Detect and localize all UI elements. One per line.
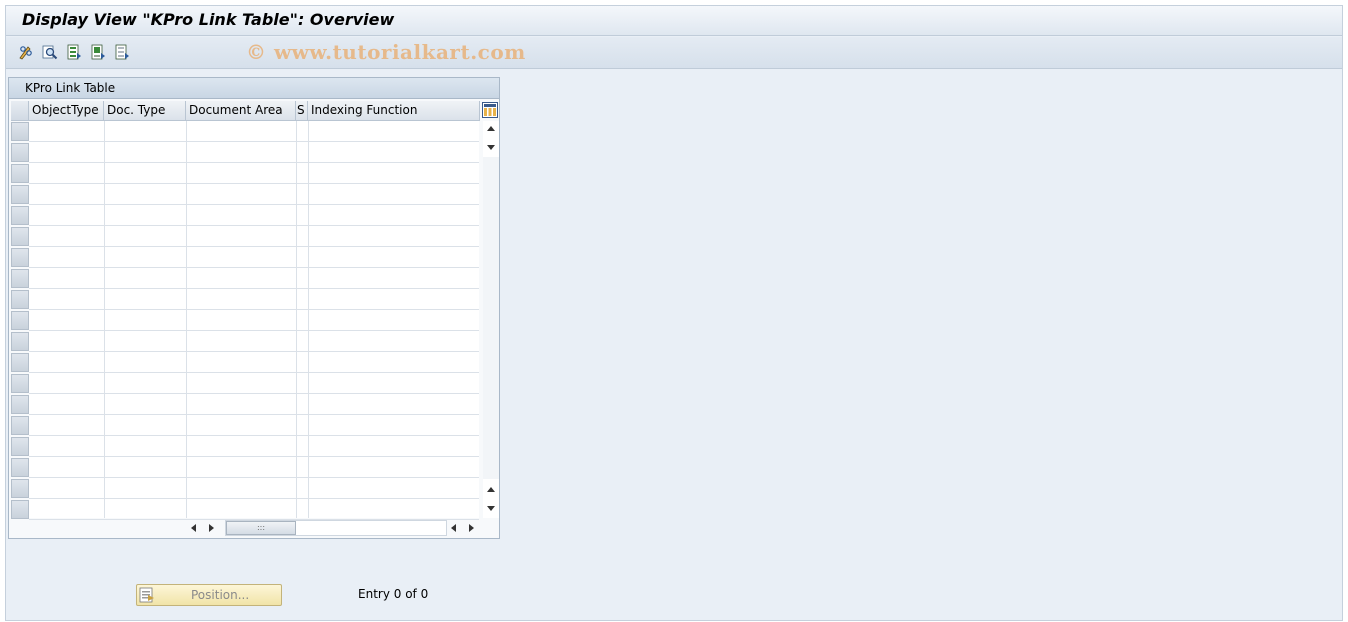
change-display-icon[interactable] (18, 44, 34, 60)
row-selector[interactable] (11, 185, 29, 204)
table-row[interactable] (29, 478, 479, 499)
row-selector[interactable] (11, 479, 29, 498)
row-selector[interactable] (11, 437, 29, 456)
row-selector[interactable] (11, 500, 29, 519)
column-header-document-area[interactable]: Document Area (186, 101, 296, 121)
column-header-s[interactable]: S (296, 101, 308, 121)
column-header-indexing-function[interactable]: Indexing Function (308, 101, 480, 121)
table-row[interactable] (29, 331, 479, 352)
table-row[interactable] (29, 121, 479, 142)
column-header-doc-type[interactable]: Doc. Type (104, 101, 186, 121)
row-selector[interactable] (11, 122, 29, 141)
row-selector[interactable] (11, 353, 29, 372)
row-selector[interactable] (11, 416, 29, 435)
scroll-up-icon[interactable] (487, 126, 495, 131)
row-selector[interactable] (11, 395, 29, 414)
sap-window: Display View "KPro Link Table": Overview (5, 5, 1343, 621)
table-row[interactable] (29, 310, 479, 331)
table-title-bar: KPro Link Table (9, 78, 499, 99)
table-title: KPro Link Table (25, 81, 116, 95)
select-all-rows-button[interactable] (11, 101, 29, 121)
row-selector[interactable] (11, 206, 29, 225)
scroll-down-icon[interactable] (487, 145, 495, 150)
table-row[interactable] (29, 289, 479, 310)
table-row[interactable] (29, 373, 479, 394)
vertical-scrollbar[interactable] (483, 121, 499, 518)
position-button[interactable]: Position... (136, 584, 282, 606)
application-toolbar: © www.tutorialkart.com (6, 37, 1342, 69)
row-selector[interactable] (11, 311, 29, 330)
find-icon[interactable] (42, 44, 58, 60)
scroll-page-up-icon[interactable] (487, 487, 495, 492)
row-selector[interactable] (11, 227, 29, 246)
row-selector[interactable] (11, 332, 29, 351)
scroll-right-icon[interactable] (209, 524, 214, 532)
column-settings-icon[interactable] (482, 102, 498, 118)
table-row[interactable] (29, 205, 479, 226)
table-row[interactable] (29, 184, 479, 205)
table-row[interactable] (29, 352, 479, 373)
table-row[interactable] (29, 415, 479, 436)
entry-count: Entry 0 of 0 (358, 587, 429, 601)
scroll-right-end-icon[interactable] (469, 524, 474, 532)
deselect-all-icon[interactable] (114, 44, 130, 60)
scroll-track[interactable] (483, 157, 499, 479)
table-row[interactable] (29, 226, 479, 247)
row-selector[interactable] (11, 248, 29, 267)
horizontal-scrollbar[interactable]: ::: (225, 520, 447, 536)
watermark: © www.tutorialkart.com (246, 40, 526, 64)
table-row[interactable] (29, 457, 479, 478)
row-selector[interactable] (11, 143, 29, 162)
table-body (29, 121, 479, 520)
table-row[interactable] (29, 247, 479, 268)
table-row[interactable] (29, 436, 479, 457)
title-bar: Display View "KPro Link Table": Overview (6, 6, 1342, 36)
window-title: Display View "KPro Link Table": Overview (22, 10, 395, 29)
row-selector[interactable] (11, 374, 29, 393)
table-row[interactable] (29, 499, 479, 520)
horizontal-scroll-right-group (447, 520, 483, 536)
horizontal-scroll-thumb[interactable]: ::: (226, 521, 296, 535)
table-row[interactable] (29, 142, 479, 163)
position-button-label: Position... (191, 588, 250, 602)
scroll-left-end-icon[interactable] (451, 524, 456, 532)
table-row[interactable] (29, 163, 479, 184)
row-selector[interactable] (11, 290, 29, 309)
select-block-icon[interactable] (90, 44, 106, 60)
position-icon (139, 587, 154, 603)
column-header-objecttype[interactable]: ObjectType (29, 101, 104, 121)
row-selector[interactable] (11, 269, 29, 288)
table-row[interactable] (29, 394, 479, 415)
table-control: KPro Link Table ObjectType Doc. Type Doc… (8, 77, 500, 539)
horizontal-scroll-left-group (187, 520, 227, 536)
table-row[interactable] (29, 268, 479, 289)
row-selector[interactable] (11, 458, 29, 477)
row-selector[interactable] (11, 164, 29, 183)
scroll-left-icon[interactable] (191, 524, 196, 532)
select-all-icon[interactable] (66, 44, 82, 60)
scroll-page-down-icon[interactable] (487, 506, 495, 511)
